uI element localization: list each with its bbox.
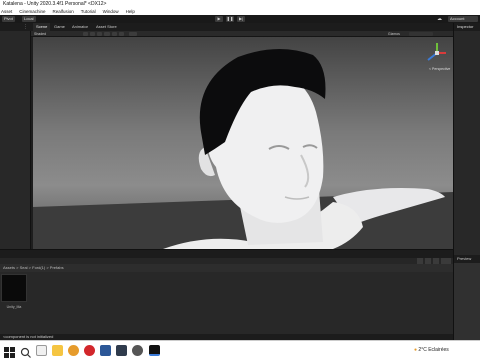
breadcrumb[interactable]: Assets > Seal > Ford(1) > Prefabs [0, 264, 453, 272]
menu-item-realfusion[interactable]: Realfusion [53, 8, 74, 15]
task-view-icon[interactable] [36, 345, 47, 356]
step-button[interactable]: ▶| [237, 16, 245, 22]
menu-item-help[interactable]: Help [126, 8, 135, 15]
projection-label[interactable]: < Perspective [429, 67, 450, 71]
tab-asset-store[interactable]: Asset Store [93, 23, 120, 31]
tab-game[interactable]: Game [51, 23, 68, 31]
project-tab-bar [0, 250, 453, 258]
local-toggle[interactable]: Local [22, 16, 36, 22]
pause-button[interactable]: ❚❚ [226, 16, 234, 22]
scene-search-field[interactable] [409, 32, 433, 36]
tab-scene-label: Scene [36, 24, 48, 29]
menu-item-window[interactable]: Window [103, 8, 119, 15]
weather-widget[interactable]: ● 2°C Eclairées [414, 347, 449, 353]
main-toolbar: Pivot Local ▶ ❚❚ ▶| ☁ Account [0, 15, 480, 23]
more-options-icon[interactable]: ⋮ [23, 24, 29, 30]
lighting-toggle[interactable] [90, 32, 95, 36]
cloud-icon[interactable]: ☁ [437, 16, 443, 22]
tab-animator-label: Animator [72, 24, 89, 29]
file-explorer-icon[interactable] [52, 345, 63, 356]
chrome-icon[interactable] [68, 345, 79, 356]
preview-area [454, 263, 480, 340]
inspector-panel: Inspector Preview [453, 23, 480, 340]
project-panel: Assets > Seal > Ford(1) > Prefabs Unity_… [0, 249, 453, 334]
hierarchy-panel: ⋮ [0, 23, 31, 249]
camera-settings-button[interactable] [129, 32, 137, 36]
word-icon[interactable] [100, 345, 111, 356]
weather-icon: ● [414, 347, 418, 353]
character-model-render [33, 48, 453, 249]
asset-thumbnail[interactable] [1, 274, 27, 302]
menu-bar: Asset Cinemachine Realfusion Tutorial Wi… [0, 8, 480, 15]
menu-item-tutorial[interactable]: Tutorial [81, 8, 96, 15]
windows-taskbar: ● 2°C Eclairées [0, 340, 480, 360]
tab-asset-store-label: Asset Store [96, 24, 117, 29]
app-icon[interactable] [116, 345, 127, 356]
scene-viewport[interactable]: < Perspective [33, 37, 453, 249]
tab-game-label: Game [54, 24, 65, 29]
unity-icon[interactable] [149, 345, 160, 356]
preview-header[interactable]: Preview [454, 255, 480, 263]
weather-desc: Eclairées [428, 347, 449, 353]
orientation-gizmo-icon[interactable] [426, 42, 448, 64]
asset-label: Unity_Ma [6, 305, 22, 309]
tab-animator[interactable]: Animator [69, 23, 91, 31]
window-title: Katalena - Unity 2020.3.4f1 Personal* <D… [0, 0, 480, 8]
hidden-objects-toggle[interactable] [112, 32, 117, 36]
effects-toggle[interactable] [104, 32, 110, 36]
pivot-toggle[interactable]: Pivot [2, 16, 15, 22]
hierarchy-header: ⋮ [0, 23, 31, 31]
windows-start-icon[interactable] [4, 345, 15, 358]
steam-icon[interactable] [132, 345, 143, 356]
play-button[interactable]: ▶ [215, 16, 223, 22]
menu-item-asset[interactable]: Asset [1, 8, 12, 15]
search-icon[interactable] [20, 345, 31, 358]
scene-tab-bar: Scene Game Animator Asset Store [31, 23, 453, 31]
account-dropdown[interactable]: Account [448, 16, 478, 22]
grid-toggle[interactable] [119, 32, 124, 36]
audio-toggle[interactable] [97, 32, 102, 36]
opera-icon[interactable] [84, 345, 95, 356]
tab-scene[interactable]: Scene [33, 23, 51, 31]
weather-temp: 2°C [418, 347, 427, 353]
unity-editor-window: Katalena - Unity 2020.3.4f1 Personal* <D… [0, 0, 480, 360]
inspector-tab[interactable]: Inspector [454, 23, 480, 31]
2d-toggle[interactable] [83, 32, 88, 36]
menu-item-cinemachine[interactable]: Cinemachine [19, 8, 45, 15]
